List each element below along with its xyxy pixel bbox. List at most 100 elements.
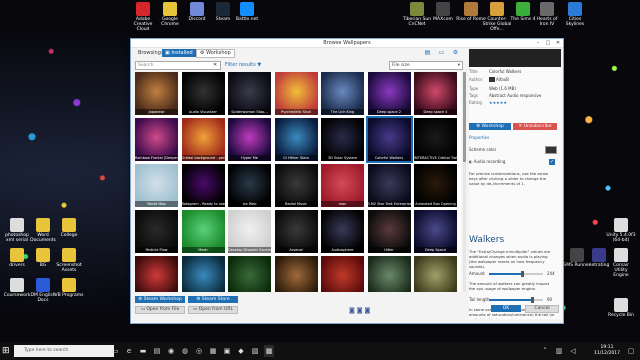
filter-results-link[interactable]: Filter results ▼ [225, 61, 261, 69]
volume-icon[interactable]: ◁ [568, 345, 578, 357]
desktop-shortcut[interactable]: Hearts of Iron IV [532, 2, 562, 27]
wallpaper-tile[interactable]: Deep space 2 [367, 72, 411, 115]
cancel-button[interactable]: Cancel [525, 305, 559, 313]
wallpaper-tile[interactable]: Colorful Walkers [365, 116, 413, 163]
wallpaper-tile[interactable]: Audiosphere [321, 210, 364, 253]
minimize-button[interactable]: – [533, 39, 543, 47]
store-icon[interactable]: ▤ [152, 345, 162, 357]
wallpaper-tile[interactable]: 3 M2 Star Trek Enterprise [367, 164, 411, 207]
amount-slider[interactable] [489, 271, 543, 277]
sort-select[interactable]: File size ▾ [389, 61, 463, 70]
grid-scrollbar[interactable] [463, 72, 466, 292]
gear-icon[interactable]: ⚙ [451, 49, 460, 57]
wallpaper-tile[interactable]: Psychedelic Skull [274, 72, 318, 115]
steam-icon[interactable]: ◙ [349, 307, 355, 314]
app-icon[interactable]: ▧ [250, 345, 260, 357]
wallpaper-engine-taskbar-icon[interactable]: ▩ [264, 345, 274, 357]
wallpaper-tile[interactable] [414, 256, 457, 292]
steam-taskbar-icon[interactable]: ◎ [194, 345, 204, 357]
clear-search-icon[interactable]: ✕ [213, 61, 217, 69]
windows-start-icon[interactable]: ⊞ [2, 345, 12, 357]
wallpaper-tile[interactable]: man [321, 164, 364, 207]
wallpaper-tile[interactable] [181, 256, 225, 292]
wallpaper-tile[interactable]: INTERACTIVE Orbital Trails [414, 118, 457, 161]
wallpaper-tile-label: Ice Web [228, 201, 271, 207]
steam-workshop-button[interactable]: ⚙ Steam Workshop [135, 296, 185, 303]
wallpaper-tile[interactable]: Particle Flow [135, 210, 178, 253]
wallpaper-tile[interactable]: Gl Hither Stars [274, 118, 318, 161]
wallpaper-tile[interactable]: Orbital background - perfect loop [181, 118, 225, 161]
notifications-icon[interactable]: ▢ [626, 345, 636, 357]
ok-button[interactable]: OK [491, 305, 521, 312]
file-explorer-icon[interactable]: ▬ [138, 345, 148, 357]
wallpaper-tile[interactable]: Animated Box Opening [414, 164, 457, 207]
wallpaper-tile[interactable]: The Lich King [321, 72, 364, 115]
wallpaper-tile[interactable]: Japanese [135, 72, 178, 115]
wallpaper-tile[interactable]: Mesh [181, 210, 225, 253]
wallpaper-tile[interactable]: Hitler [367, 210, 411, 253]
tray-chevron-icon[interactable]: ˄ [540, 345, 550, 357]
unsubscribe-button[interactable]: ✕ Unsubscribe [513, 123, 557, 130]
app-icon[interactable]: ◆ [236, 345, 246, 357]
app-icon[interactable]: ▦ [208, 345, 218, 357]
app-shortcut-icon [10, 248, 24, 262]
wallpaper-tile[interactable]: Deep space 4 [414, 72, 457, 115]
amount-slider-handle[interactable] [521, 271, 524, 277]
tab-workshop[interactable]: ⚙ Workshop [196, 49, 235, 58]
wallpaper-tile[interactable]: Deep Space [414, 210, 457, 253]
maximize-button[interactable]: □ [543, 39, 553, 47]
taskbar-search-input[interactable]: Type here to search [14, 345, 114, 357]
desktop-shortcut[interactable]: Adobe Creative Cloud [128, 2, 158, 32]
wallpaper-tile[interactable] [135, 256, 178, 292]
steam-store-button[interactable]: ⚙ Steam Store [188, 296, 238, 303]
chrome-icon[interactable]: ◉ [166, 345, 176, 357]
scheme-color-swatch[interactable] [545, 146, 557, 154]
desktop-shortcut[interactable]: Recycle Bin [606, 298, 636, 318]
desktop-shortcut[interactable]: Corsair Utility Engine [606, 248, 636, 278]
wallpaper-tile[interactable]: Rotagram - Ready to use Edition BETA 1.5 [181, 164, 225, 207]
wallpaper-tile[interactable]: Radial Music [274, 164, 318, 207]
facebook-icon[interactable]: ◙ [365, 307, 371, 314]
wallpaper-tile[interactable] [274, 256, 318, 292]
wallpaper-tile[interactable]: Desktop Disaster Experienced [228, 210, 271, 253]
discord-icon[interactable]: ◍ [180, 345, 190, 357]
audio-recording-checkbox[interactable]: ✓ [549, 159, 555, 165]
wallpaper-tile[interactable] [228, 256, 271, 292]
desktop-shortcut[interactable]: Screenshot Assets [54, 248, 84, 273]
wallpaper-tile[interactable]: Audio Visualizer [181, 72, 225, 115]
twitter-icon[interactable]: ◙ [357, 307, 363, 314]
document-icon[interactable]: ▤ [423, 49, 432, 57]
desktop-shortcut[interactable]: Cities Skylines [560, 2, 590, 27]
open-from-file-button[interactable]: ▭ Open from File [135, 306, 185, 314]
workshop-button[interactable]: ⚙ Workshop [469, 123, 511, 130]
scrollbar-thumb[interactable] [463, 72, 466, 162]
wallpaper-tile[interactable]: 3D Solar System [321, 118, 364, 161]
search-input[interactable]: Search [135, 61, 221, 70]
open-from-url-button[interactable]: ▭ Open from URL [188, 306, 238, 314]
desktop-shortcut[interactable]: VB Programs [54, 278, 84, 298]
task-view-icon[interactable]: ▭ [110, 345, 120, 357]
desktop-shortcut[interactable]: MAXcom [428, 2, 458, 22]
network-icon[interactable]: ▥ [554, 345, 564, 357]
wallpaper-tile[interactable]: Hyper Me [228, 118, 271, 161]
app-icon[interactable]: ▣ [222, 345, 232, 357]
wallpaper-tile[interactable]: Arsenal [274, 210, 318, 253]
wallpaper-tile[interactable]: Rainbow Fractal (Deeper) [135, 118, 178, 161]
edge-icon[interactable]: e [124, 345, 134, 357]
wallpaper-tile[interactable] [367, 256, 411, 292]
wallpaper-tile[interactable]: Ice Web [228, 164, 271, 207]
wallpaper-tile[interactable]: World Map [135, 164, 178, 207]
clock[interactable]: 19:11 11/12/2017 [592, 345, 622, 357]
wallpaper-tile[interactable] [321, 256, 364, 292]
wallpaper-tile[interactable]: Spiderwoman Stop... [228, 72, 271, 115]
tail-length-slider[interactable] [489, 297, 543, 303]
desktop-shortcut[interactable]: Unity 5.4.0f3 (64-bit) [606, 218, 636, 243]
author-value[interactable]: AlfaxB [489, 77, 509, 82]
tail-slider-handle[interactable] [531, 297, 534, 303]
tab-installed[interactable]: ▣ Installed [162, 49, 196, 57]
close-button[interactable]: ✕ [553, 39, 563, 47]
monitor-icon[interactable]: ▭ [437, 49, 446, 57]
desktop-shortcut[interactable]: Battle.net [232, 2, 262, 22]
desktop-shortcut[interactable]: Google Chrome [155, 2, 185, 27]
desktop-shortcut[interactable]: College [54, 218, 84, 238]
